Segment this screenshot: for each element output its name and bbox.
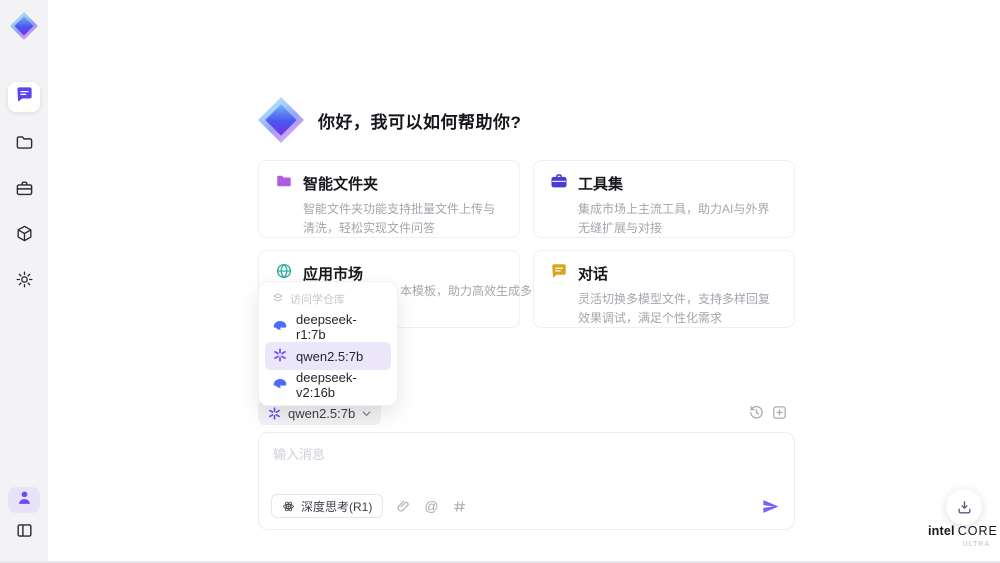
card-toolset[interactable]: 工具集 集成市场上主流工具，助力AI与外界无缝扩展与对接 [533, 160, 795, 238]
greeting-row: 你好，我可以如何帮助你? [258, 96, 521, 144]
new-chat-icon [773, 406, 786, 419]
folder-icon [15, 133, 34, 157]
model-option-label: deepseek-v2:16b [296, 370, 357, 400]
model-option-deepseek-v2[interactable]: deepseek-v2:16b [265, 370, 391, 400]
card-title: 智能文件夹 [303, 176, 379, 193]
history-button[interactable] [748, 404, 765, 421]
atom-icon [283, 501, 294, 511]
repo-label: 访问学仓库 [290, 294, 345, 306]
briefcase-icon [550, 172, 568, 195]
deep-think-label: 深度思考(R1) [301, 499, 373, 514]
repo-icon [272, 292, 284, 307]
send-button[interactable] [761, 497, 780, 516]
app-logo [10, 12, 38, 40]
deepseek-icon [272, 376, 288, 395]
page-title: 你好，我可以如何帮助你? [318, 112, 522, 132]
core-wordmark: core [957, 524, 998, 538]
deepseek-icon [272, 318, 288, 337]
card-title: 工具集 [578, 176, 624, 193]
intel-core-logo: intel core ultra [928, 522, 997, 548]
sidebar-item-files[interactable] [8, 130, 40, 160]
sidebar-item-models[interactable] [8, 221, 40, 251]
history-icon [750, 405, 763, 419]
message-composer: 深度思考(R1) @ [258, 432, 795, 530]
model-option-label: qwen2.5:7b [296, 348, 364, 364]
send-icon [763, 499, 779, 513]
new-chat-button[interactable] [771, 404, 788, 421]
user-icon [15, 488, 34, 512]
sidebar-item-tools[interactable] [8, 176, 40, 206]
model-repo-link[interactable]: 访问学仓库 [265, 288, 391, 312]
qwen-icon [272, 347, 288, 366]
attach-button[interactable] [396, 499, 411, 514]
card-description-partial: 本模板，助力高效生成多 [400, 284, 533, 298]
app-window: 你好，我可以如何帮助你? 智能文件夹 智能文件夹功能支持批量文件上传与清洗，轻松… [0, 0, 1000, 563]
card-description: 灵活切换多模型文件，支持多样回复效果调试，满足个性化需求 [578, 292, 771, 325]
card-dialog[interactable]: 对话 灵活切换多模型文件，支持多样回复效果调试，满足个性化需求 [533, 250, 795, 328]
folder-icon [275, 172, 293, 195]
gear-icon [15, 270, 34, 294]
card-description: 智能文件夹功能支持批量文件上传与清洗，轻松实现文件问答 [303, 202, 496, 235]
model-option-deepseek-r1[interactable]: deepseek-r1:7b [265, 312, 391, 342]
assistant-logo [258, 97, 304, 143]
sidebar [0, 0, 48, 561]
model-option-label: deepseek-r1:7b [296, 312, 357, 342]
deep-think-toggle[interactable]: 深度思考(R1) [271, 494, 384, 518]
briefcase-icon [15, 179, 34, 203]
hash-button[interactable] [452, 499, 467, 514]
cube-icon [15, 224, 34, 248]
sidebar-item-collapse[interactable] [8, 518, 40, 548]
card-smart-folder[interactable]: 智能文件夹 智能文件夹功能支持批量文件上传与清洗，轻松实现文件问答 [258, 160, 520, 238]
model-option-qwen[interactable]: qwen2.5:7b [265, 342, 391, 370]
sidebar-item-chat[interactable] [8, 82, 40, 112]
sidebar-item-account[interactable] [8, 487, 40, 513]
download-button[interactable] [946, 489, 982, 525]
composer-toolbar: 深度思考(R1) @ [271, 493, 780, 519]
ultra-label: ultra [962, 540, 990, 548]
message-input[interactable] [273, 444, 773, 484]
sidebar-item-settings[interactable] [8, 267, 40, 297]
paperclip-icon [397, 500, 409, 511]
card-title: 对话 [578, 266, 609, 283]
mention-icon[interactable]: @ [424, 498, 438, 514]
panel-icon [15, 521, 34, 545]
dialog-icon [550, 262, 568, 285]
download-icon [958, 500, 970, 513]
hash-icon [453, 500, 465, 512]
model-dropdown: 访问学仓库 deepseek-r1:7b qwen2.5:7b deepseek… [258, 281, 398, 406]
model-selector-value: qwen2.5:7b [288, 405, 356, 421]
qwen-icon [269, 406, 280, 420]
chevron-down-icon [362, 411, 371, 416]
chat-icon [15, 85, 34, 109]
intel-wordmark: intel [928, 524, 955, 538]
card-description: 集成市场上主流工具，助力AI与外界无缝扩展与对接 [578, 202, 770, 235]
